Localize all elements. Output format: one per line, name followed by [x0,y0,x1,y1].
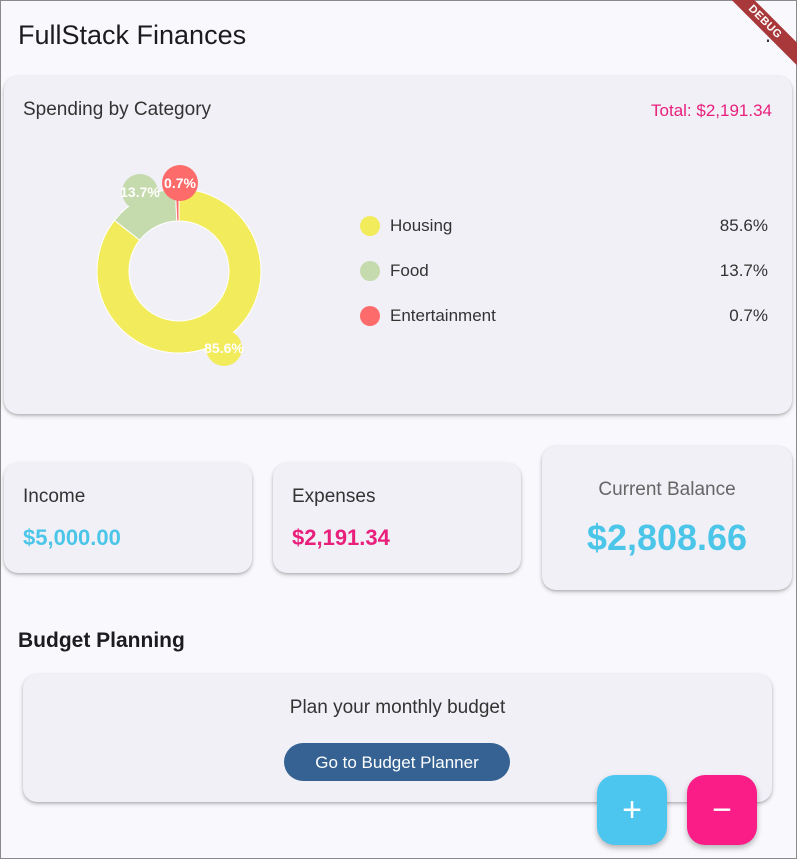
income-value: $5,000.00 [23,525,121,550]
housing-color-dot [360,216,380,236]
badge-label-food: 13.7% [120,184,160,200]
add-transaction-button[interactable]: + [597,775,667,845]
spending-total: Total: $2,191.34 [651,101,772,120]
balance-value: $2,808.66 [586,517,748,558]
minus-icon: − [712,791,732,829]
legend-label: Housing [390,216,453,235]
expenses-value: $2,191.34 [292,525,390,550]
legend-item-food: Food 13.7% [360,260,768,284]
plus-icon: + [622,791,642,829]
expenses-label: Expenses [292,486,376,507]
subtract-transaction-button[interactable]: − [687,775,757,845]
expenses-card: Expenses $2,191.34 [273,463,521,573]
food-color-dot [360,261,380,281]
spending-by-category-card: Spending by Category Total: $2,191.34 85… [4,76,792,414]
go-to-budget-planner-button[interactable]: Go to Budget Planner [284,743,510,781]
income-card: Income $5,000.00 [4,463,252,573]
debug-banner: DEBUG [716,0,797,71]
budget-planning-heading: Budget Planning [18,629,185,652]
badge-label-housing: 85.6% [204,340,244,356]
income-label: Income [23,486,86,507]
balance-label: Current Balance [598,479,736,500]
legend-label: Food [390,261,429,280]
current-balance-card: Current Balance $2,808.66 [542,446,792,590]
legend-label: Entertainment [390,306,496,325]
badge-label-entertainment: 0.7% [164,175,196,191]
legend-item-housing: Housing 85.6% [360,215,768,239]
legend-item-entertainment: Entertainment 0.7% [360,305,768,329]
spending-donut-chart: 85.6% 13.7%0.7% [96,165,262,366]
budget-prompt-text: Plan your monthly budget [289,697,506,718]
legend-percent: 13.7% [719,261,768,280]
app-title: FullStack Finances [18,20,247,50]
entertainment-color-dot [360,306,380,326]
legend-percent: 0.7% [729,306,768,325]
legend-percent: 85.6% [719,216,768,235]
